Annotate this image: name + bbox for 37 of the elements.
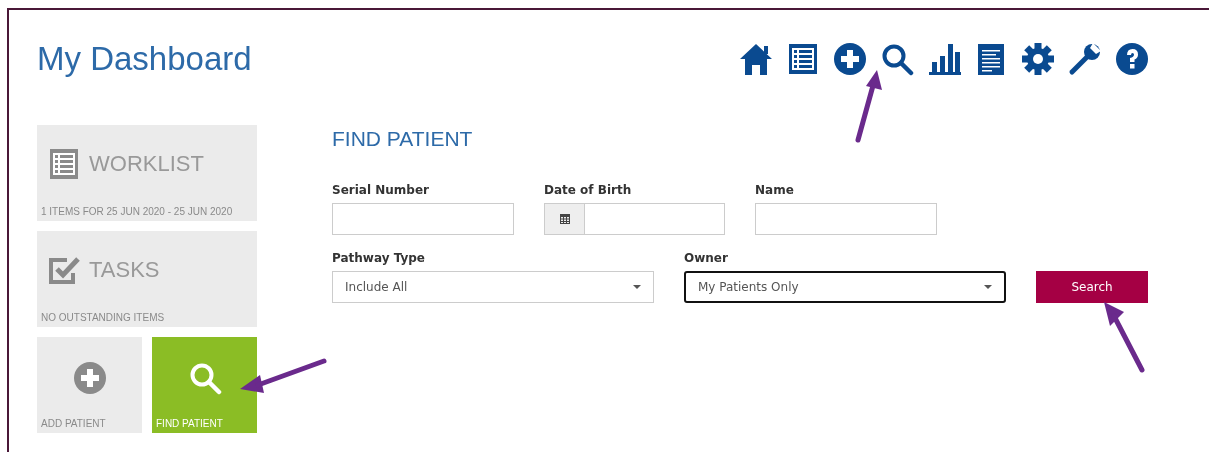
bar-chart-icon[interactable] bbox=[927, 42, 961, 76]
form-heading: FIND PATIENT bbox=[332, 127, 474, 151]
plus-circle-icon bbox=[72, 361, 107, 395]
tile-title: WORKLIST bbox=[89, 151, 204, 177]
gear-icon[interactable] bbox=[1021, 42, 1055, 76]
help-icon[interactable] bbox=[1115, 42, 1149, 76]
list-icon[interactable] bbox=[786, 42, 820, 76]
input-field[interactable] bbox=[755, 203, 937, 235]
dashboard-tile[interactable]: ADD PATIENT bbox=[37, 337, 142, 433]
field-label: Serial Number bbox=[332, 183, 430, 197]
field-label: Date of Birth bbox=[544, 183, 633, 197]
tile-caption: NO OUTSTANDING ITEMS bbox=[41, 312, 166, 323]
search-button[interactable]: Search bbox=[1036, 271, 1148, 303]
field-label: Owner bbox=[684, 251, 729, 265]
wrench-icon[interactable] bbox=[1068, 42, 1102, 76]
dashboard-tile[interactable]: TASKS NO OUTSTANDING ITEMS bbox=[37, 231, 257, 327]
home-icon[interactable] bbox=[739, 42, 773, 76]
tile-caption: ADD PATIENT bbox=[41, 418, 107, 429]
tile-title: TASKS bbox=[89, 257, 160, 283]
dashboard-tile[interactable]: FIND PATIENT bbox=[152, 337, 257, 433]
field-label: Pathway Type bbox=[332, 251, 426, 265]
date-field[interactable] bbox=[544, 203, 725, 235]
caret-icon bbox=[984, 285, 992, 289]
list-icon bbox=[47, 147, 81, 181]
search-icon[interactable] bbox=[880, 42, 914, 76]
tile-caption: 1 ITEMS FOR 25 JUN 2020 - 25 JUN 2020 bbox=[41, 206, 234, 217]
field-label: Name bbox=[755, 183, 795, 197]
page-title: My Dashboard bbox=[37, 40, 252, 78]
calendar-icon[interactable] bbox=[558, 213, 571, 225]
dropdown[interactable]: My Patients Only bbox=[684, 271, 1006, 303]
dropdown[interactable]: Include All bbox=[332, 271, 654, 303]
tile-caption: FIND PATIENT bbox=[156, 418, 224, 429]
caret-icon bbox=[633, 285, 641, 289]
dashboard-tile[interactable]: WORKLIST 1 ITEMS FOR 25 JUN 2020 - 25 JUN 2020 bbox=[37, 125, 257, 221]
arrow bbox=[1104, 302, 1145, 373]
input-field[interactable] bbox=[332, 203, 514, 235]
plus-circle-icon[interactable] bbox=[833, 42, 867, 76]
